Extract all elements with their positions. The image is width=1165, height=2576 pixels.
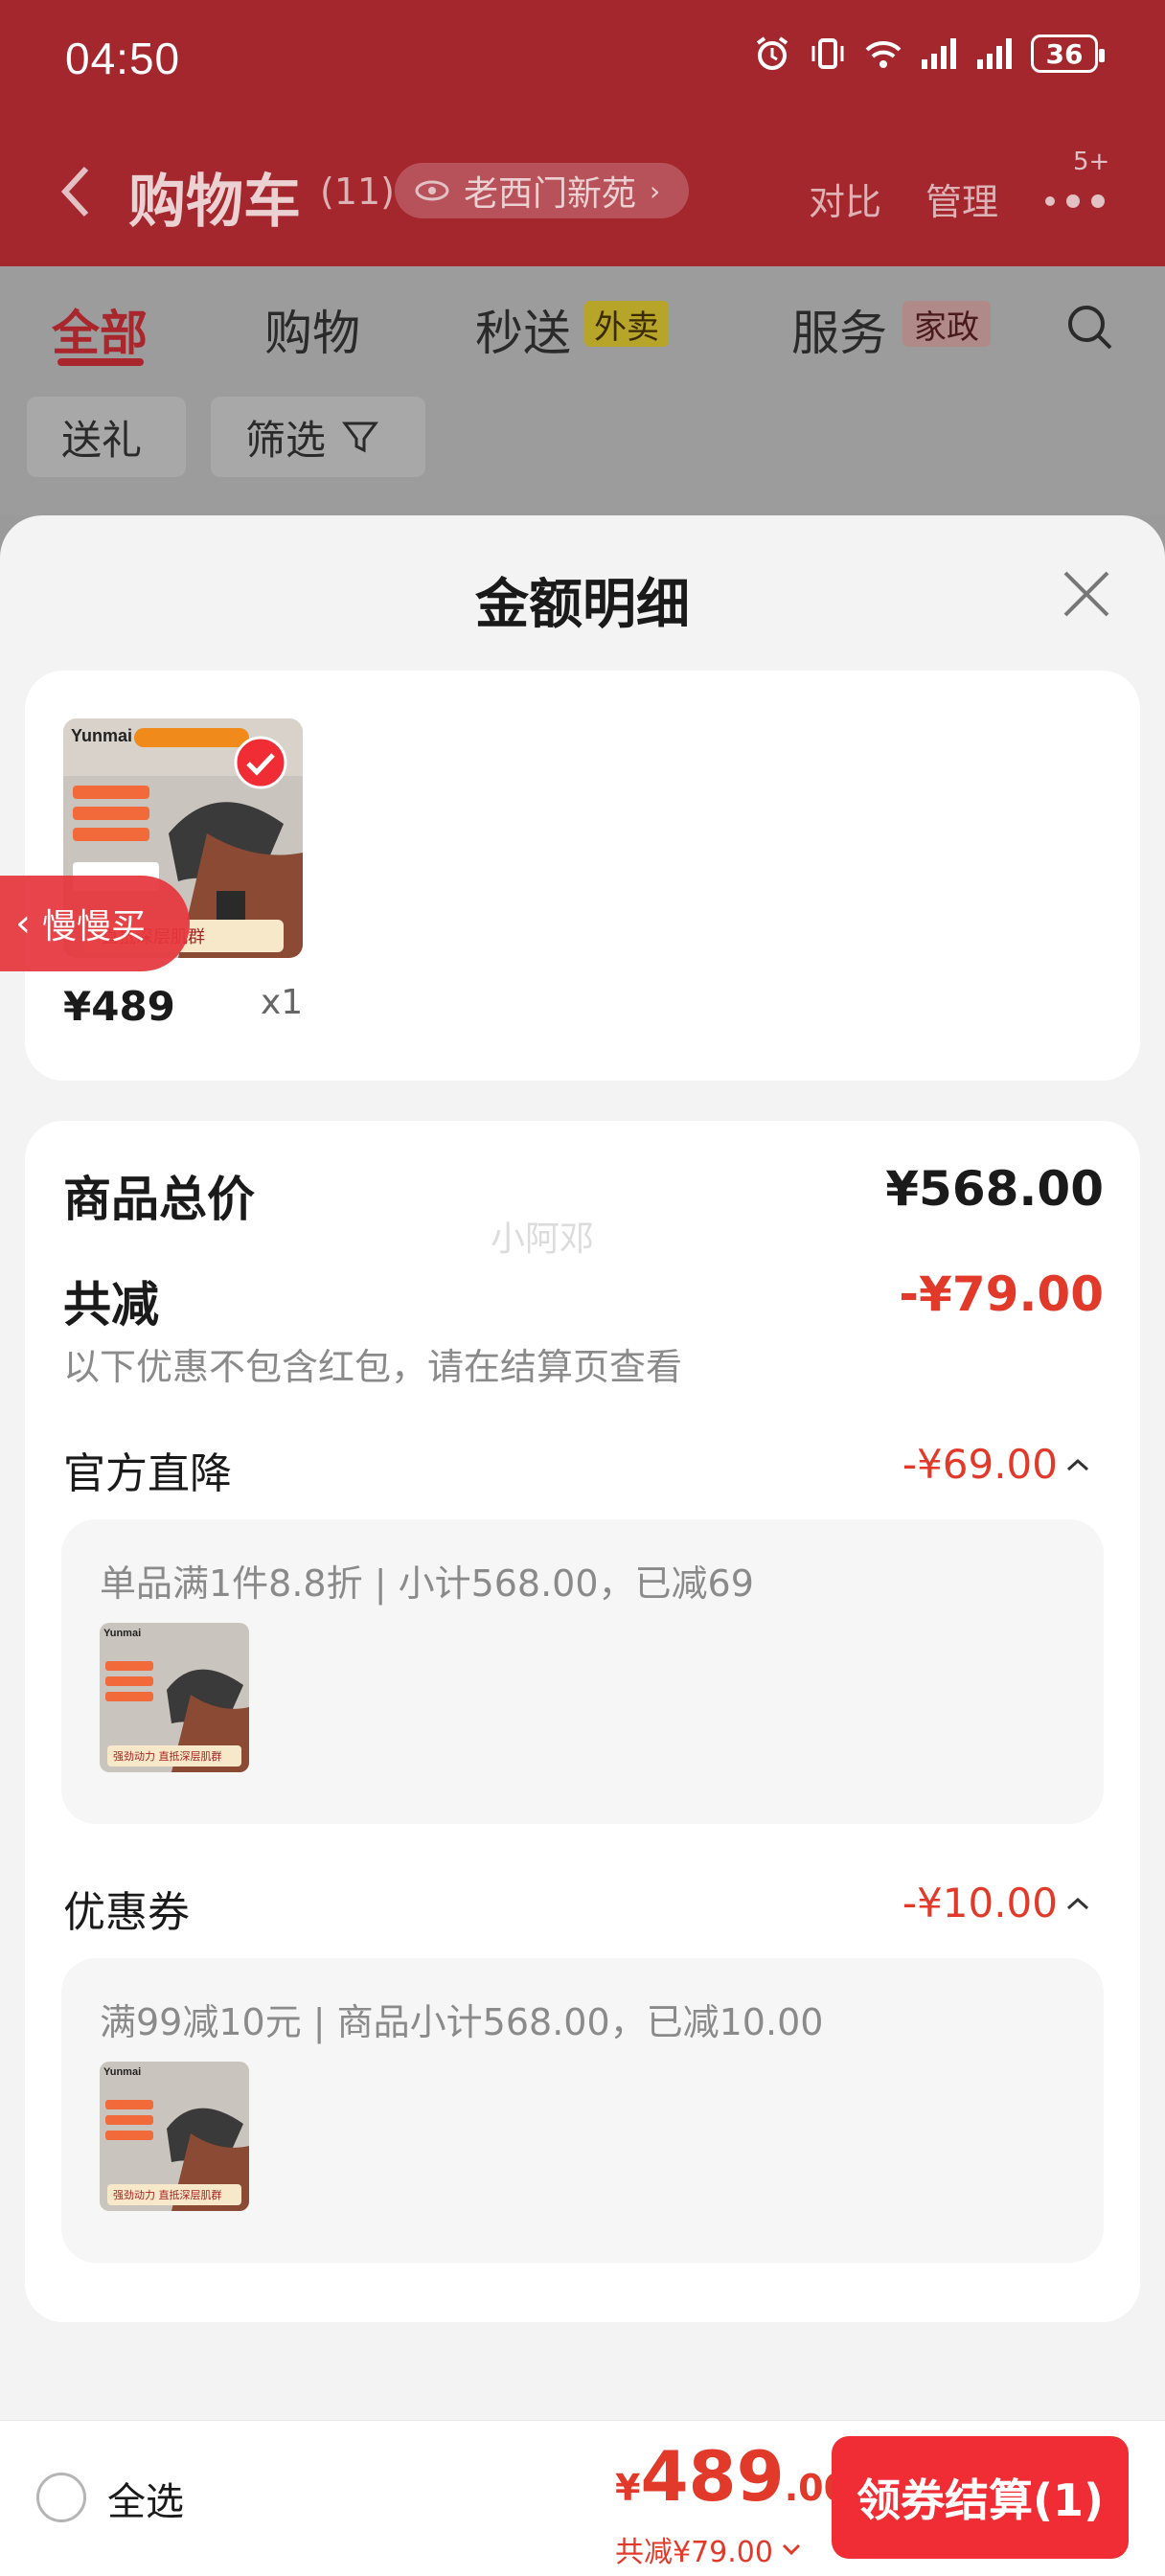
amount-detail-sheet: 金额明细 Yunmai 直抵深层肌群 ¥489 x1 小阿邓 [0,515,1165,2420]
coupon-promo-box: 满99减10元 | 商品小计568.00，已减10.00 Yunmai 强劲动力… [61,1958,1104,2263]
official-promo-box: 单品满1件8.8折 | 小计568.00，已减69 Yunmai 强劲动力 直抵… [61,1519,1104,1824]
chevron-up-icon [1066,1458,1089,1470]
close-icon[interactable] [1060,567,1113,621]
currency-symbol: ¥ [615,2467,641,2509]
total-price: ¥ 489 .00 [615,2436,849,2517]
battery-icon: 36 [1031,34,1105,73]
vibrate-icon [811,38,844,69]
chevron-up-icon [1066,1897,1089,1909]
alarm-icon [756,36,788,70]
flash-tag: 外卖 [584,301,669,347]
thumb-brand: Yunmai [103,1628,141,1639]
back-icon[interactable] [57,163,96,220]
product-card: Yunmai 直抵深层肌群 ¥489 x1 [25,671,1140,1081]
signal-icon-2 [977,38,1012,69]
official-promo-text: 单品满1件8.8折 | 小计568.00，已减69 [100,1562,754,1605]
total-value: ¥568.00 [885,1161,1104,1217]
cart-header: 04:50 36 购物车 (11) 老西门新苑 › 对比 管理 5+ [0,0,1165,266]
product-quantity: x1 [261,983,304,1022]
compare-link[interactable]: 对比 [809,172,881,225]
product-brand: Yunmai [71,726,132,745]
thumb-caption: 强劲动力 直抵深层肌群 [113,2188,222,2201]
status-icons: 36 [753,34,1105,73]
location-label: 老西门新苑 [464,174,637,214]
signal-icon [922,38,956,69]
official-product-thumb[interactable]: Yunmai 强劲动力 直抵深层肌群 [100,1623,249,1772]
select-all-radio[interactable] [36,2473,86,2522]
price-detail-card: 小阿邓 商品总价 ¥568.00 共减 -¥79.00 以下优惠不包含红包，请在… [25,1121,1140,2322]
tab-service[interactable]: 服务 [791,295,887,364]
reduce-note: 以下优惠不包含红包，请在结算页查看 [63,1346,683,1388]
official-label: 官方直降 [63,1449,232,1498]
coupon-value: -¥10.00 [902,1880,1058,1926]
thumb-brand: Yunmai [103,2066,141,2078]
page-title: 购物车 [128,169,301,236]
price-integer: 489 [640,2436,785,2517]
total-saving: 共减¥79.00 [615,2536,773,2569]
more-icon[interactable] [1040,172,1117,220]
coupon-promo-text: 满99减10元 | 商品小计568.00，已减10.00 [100,2001,824,2043]
eye-icon [415,180,449,201]
filter-chip[interactable]: 筛选 [211,397,425,477]
tabs-area: 全部 购物 秒送 外卖 服务 家政 送礼 筛选 [0,266,1165,515]
tab-all[interactable]: 全部 [52,295,148,364]
manage-link[interactable]: 管理 [925,172,998,225]
service-tag: 家政 [902,301,991,347]
check-icon [234,736,287,789]
thumb-caption: 强劲动力 直抵深层肌群 [113,1749,222,1763]
watermark: 小阿邓 [491,1220,595,1259]
gift-chip[interactable]: 送礼 [27,397,186,477]
location-selector[interactable]: 老西门新苑 › [395,163,690,218]
total-label: 商品总价 [63,1172,255,1227]
checkout-bar: 全选 ¥ 489 .00 共减¥79.00 领券结算(1) [0,2420,1165,2576]
sheet-title: 金额明细 [475,574,690,636]
product-price: ¥489 [63,983,175,1030]
chevron-down-icon [782,2543,801,2556]
total-saving-toggle[interactable]: 共减¥79.00 [615,2528,802,2570]
slow-buy-label: 慢慢买 [42,907,147,946]
checkout-button[interactable]: 领券结算(1) [832,2436,1129,2559]
filter-label: 筛选 [245,416,327,464]
select-all-label[interactable]: 全选 [107,2471,184,2526]
coupon-label: 优惠券 [63,1888,190,1937]
nav-row: 购物车 (11) 老西门新苑 › 对比 管理 5+ [0,144,1165,239]
official-value: -¥69.00 [902,1441,1058,1488]
coupon-value-row[interactable]: -¥10.00 [902,1880,1092,1926]
reduce-value: -¥79.00 [899,1266,1104,1322]
wifi-icon [865,40,902,68]
search-icon[interactable] [1063,301,1117,354]
reduce-label: 共减 [63,1277,159,1333]
status-time: 04:50 [65,34,181,83]
status-bar: 04:50 36 [0,0,1165,115]
tab-flash[interactable]: 秒送 [475,295,571,364]
chevron-right-icon: › [650,174,661,207]
slow-buy-tab[interactable]: ‹ 慢慢买 [0,876,190,971]
chevron-left-icon: ‹ [15,901,31,946]
tab-shopping[interactable]: 购物 [264,295,360,364]
tab-underline [57,358,144,366]
filter-icon [342,422,379,453]
coupon-product-thumb[interactable]: Yunmai 强劲动力 直抵深层肌群 [100,2062,249,2211]
cart-count: (11) [320,171,396,213]
official-value-row[interactable]: -¥69.00 [902,1441,1092,1488]
